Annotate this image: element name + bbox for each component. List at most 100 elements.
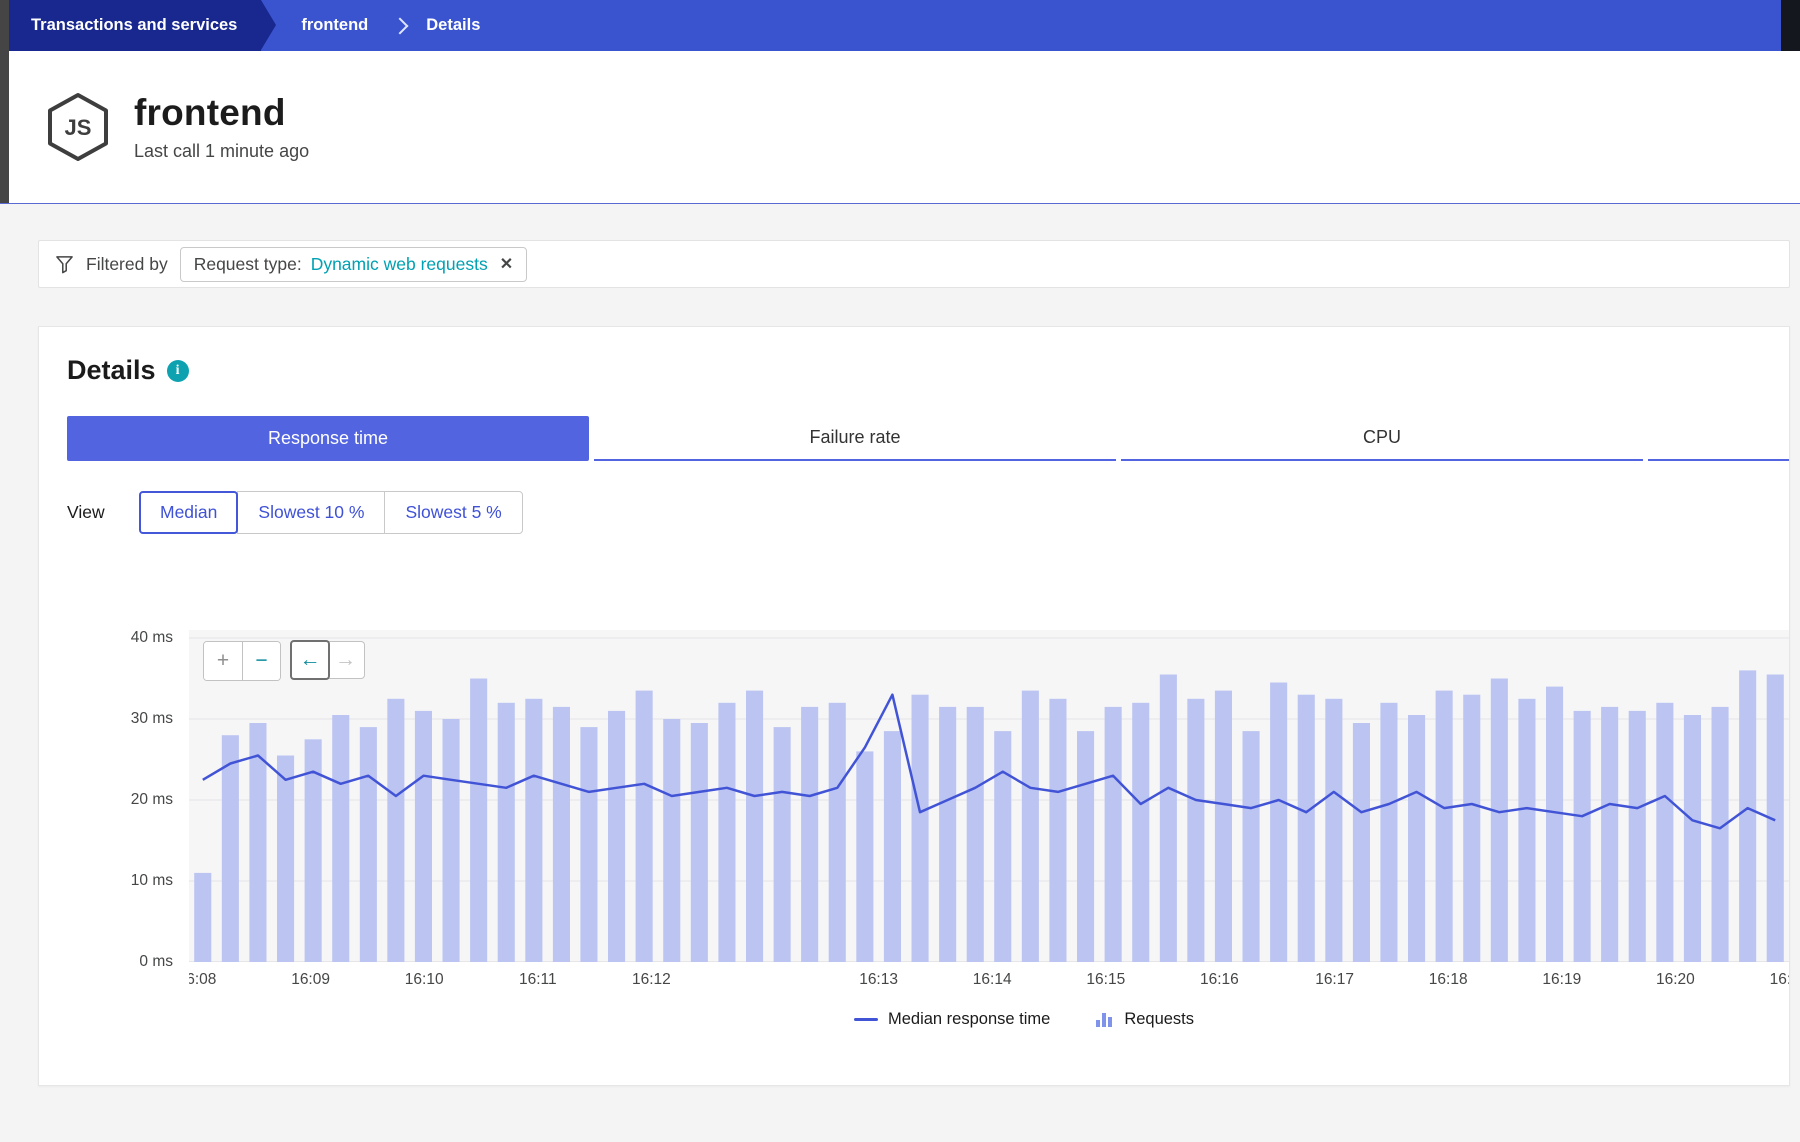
filter-chip-request-type[interactable]: Request type: Dynamic web requests ✕ <box>180 247 527 282</box>
requests-bar[interactable] <box>332 715 349 962</box>
requests-bar[interactable] <box>580 727 597 962</box>
view-label: View <box>67 502 139 523</box>
requests-bar[interactable] <box>1243 731 1260 962</box>
x-tick-label: 16:12 <box>632 971 671 989</box>
requests-bar[interactable] <box>829 703 846 962</box>
requests-bar[interactable] <box>1325 699 1342 962</box>
breadcrumb-item-frontend[interactable]: frontend <box>301 16 368 35</box>
requests-bar[interactable] <box>1105 707 1122 962</box>
requests-bar[interactable] <box>1656 703 1673 962</box>
view-option-median[interactable]: Median <box>139 491 238 534</box>
requests-bar[interactable] <box>1408 715 1425 962</box>
requests-bar[interactable] <box>1739 670 1756 962</box>
details-card: Details i Response time Failure rate CPU… <box>38 326 1790 1086</box>
requests-bar[interactable] <box>194 873 211 962</box>
requests-bar[interactable] <box>525 699 542 962</box>
requests-bar[interactable] <box>1601 707 1618 962</box>
pan-forward-button[interactable]: → <box>327 641 365 679</box>
details-heading: Details <box>67 355 156 386</box>
chevron-right-icon <box>392 17 409 34</box>
requests-bar[interactable] <box>1022 691 1039 962</box>
tab-response-time[interactable]: Response time <box>67 416 589 461</box>
requests-bar[interactable] <box>222 735 239 962</box>
requests-bar[interactable] <box>1215 691 1232 962</box>
requests-bar[interactable] <box>1380 703 1397 962</box>
filter-bar: Filtered by Request type: Dynamic web re… <box>38 240 1790 288</box>
requests-bar[interactable] <box>718 703 735 962</box>
funnel-filter-icon <box>55 255 74 274</box>
requests-bar[interactable] <box>636 691 653 962</box>
requests-bar[interactable] <box>415 711 432 962</box>
y-axis: 0 ms10 ms20 ms30 ms40 ms <box>39 630 189 962</box>
tab-failure-rate[interactable]: Failure rate <box>594 416 1116 461</box>
requests-bar[interactable] <box>1436 691 1453 962</box>
requests-bar[interactable] <box>608 711 625 962</box>
requests-bar[interactable] <box>1463 695 1480 962</box>
requests-bar[interactable] <box>1077 731 1094 962</box>
y-tick-label: 10 ms <box>131 872 173 890</box>
requests-bar[interactable] <box>470 679 487 963</box>
breadcrumb-item-transactions-and-services[interactable]: Transactions and services <box>9 0 261 51</box>
requests-bar[interactable] <box>1712 707 1729 962</box>
requests-bar[interactable] <box>1270 683 1287 963</box>
requests-bar[interactable] <box>1187 699 1204 962</box>
chart-legend: Median response time Requests <box>149 1010 1800 1029</box>
header-divider <box>0 203 1800 204</box>
pan-back-button[interactable]: ← <box>290 640 330 680</box>
requests-bar[interactable] <box>1049 699 1066 962</box>
legend-requests[interactable]: Requests <box>1096 1010 1194 1029</box>
x-tick-label: 16:15 <box>1086 971 1125 989</box>
requests-bar[interactable] <box>967 707 984 962</box>
requests-bar[interactable] <box>443 719 460 962</box>
plot-area[interactable]: + − ← → <box>189 630 1789 962</box>
median-response-line[interactable] <box>203 695 1775 829</box>
requests-bar[interactable] <box>1518 699 1535 962</box>
service-header: JS frontend Last call 1 minute ago <box>9 51 1800 203</box>
legend-median-response-time[interactable]: Median response time <box>854 1010 1050 1029</box>
tab-cpu[interactable]: CPU <box>1121 416 1643 461</box>
zoom-in-button[interactable]: + <box>204 642 242 680</box>
x-tick-label: 16:10 <box>405 971 444 989</box>
x-tick-label: 16:16 <box>1200 971 1239 989</box>
requests-bar[interactable] <box>856 751 873 962</box>
requests-bar[interactable] <box>912 695 929 962</box>
info-icon[interactable]: i <box>167 360 189 382</box>
requests-bar[interactable] <box>939 707 956 962</box>
requests-bar[interactable] <box>691 723 708 962</box>
chip-close-icon[interactable]: ✕ <box>500 254 513 274</box>
requests-bar[interactable] <box>1491 679 1508 963</box>
requests-bar[interactable] <box>498 703 515 962</box>
requests-bar[interactable] <box>884 731 901 962</box>
page-title: frontend <box>134 92 309 134</box>
requests-bar[interactable] <box>1160 675 1177 963</box>
x-tick-label: 16:08 <box>189 971 216 989</box>
view-option-slowest-10[interactable]: Slowest 10 % <box>237 491 385 534</box>
requests-bar[interactable] <box>746 691 763 962</box>
x-tick-label: 16:11 <box>519 971 557 989</box>
requests-bar[interactable] <box>774 727 791 962</box>
zoom-out-button[interactable]: − <box>242 642 280 680</box>
tab-more-clipped[interactable] <box>1648 416 1789 461</box>
requests-bar[interactable] <box>1546 687 1563 962</box>
breadcrumb-item-details[interactable]: Details <box>426 16 480 35</box>
requests-bar[interactable] <box>994 731 1011 962</box>
requests-bar[interactable] <box>1298 695 1315 962</box>
view-option-slowest-5[interactable]: Slowest 5 % <box>384 491 522 534</box>
requests-bar[interactable] <box>387 699 404 962</box>
view-selector-row: View Median Slowest 10 % Slowest 5 % <box>67 491 1789 534</box>
requests-bar[interactable] <box>249 723 266 962</box>
requests-bar[interactable] <box>1132 703 1149 962</box>
last-call-subtitle: Last call 1 minute ago <box>134 141 309 162</box>
requests-bar[interactable] <box>360 727 377 962</box>
requests-bar[interactable] <box>663 719 680 962</box>
requests-bar[interactable] <box>801 707 818 962</box>
requests-bar[interactable] <box>1574 711 1591 962</box>
content-area: Filtered by Request type: Dynamic web re… <box>0 204 1800 1142</box>
requests-bar[interactable] <box>1353 723 1370 962</box>
requests-bar[interactable] <box>553 707 570 962</box>
requests-bar[interactable] <box>1684 715 1701 962</box>
x-tick-label: 16:21 <box>1770 971 1789 989</box>
requests-bar[interactable] <box>1629 711 1646 962</box>
chart-canvas[interactable] <box>189 630 1789 962</box>
requests-bar[interactable] <box>277 756 294 963</box>
